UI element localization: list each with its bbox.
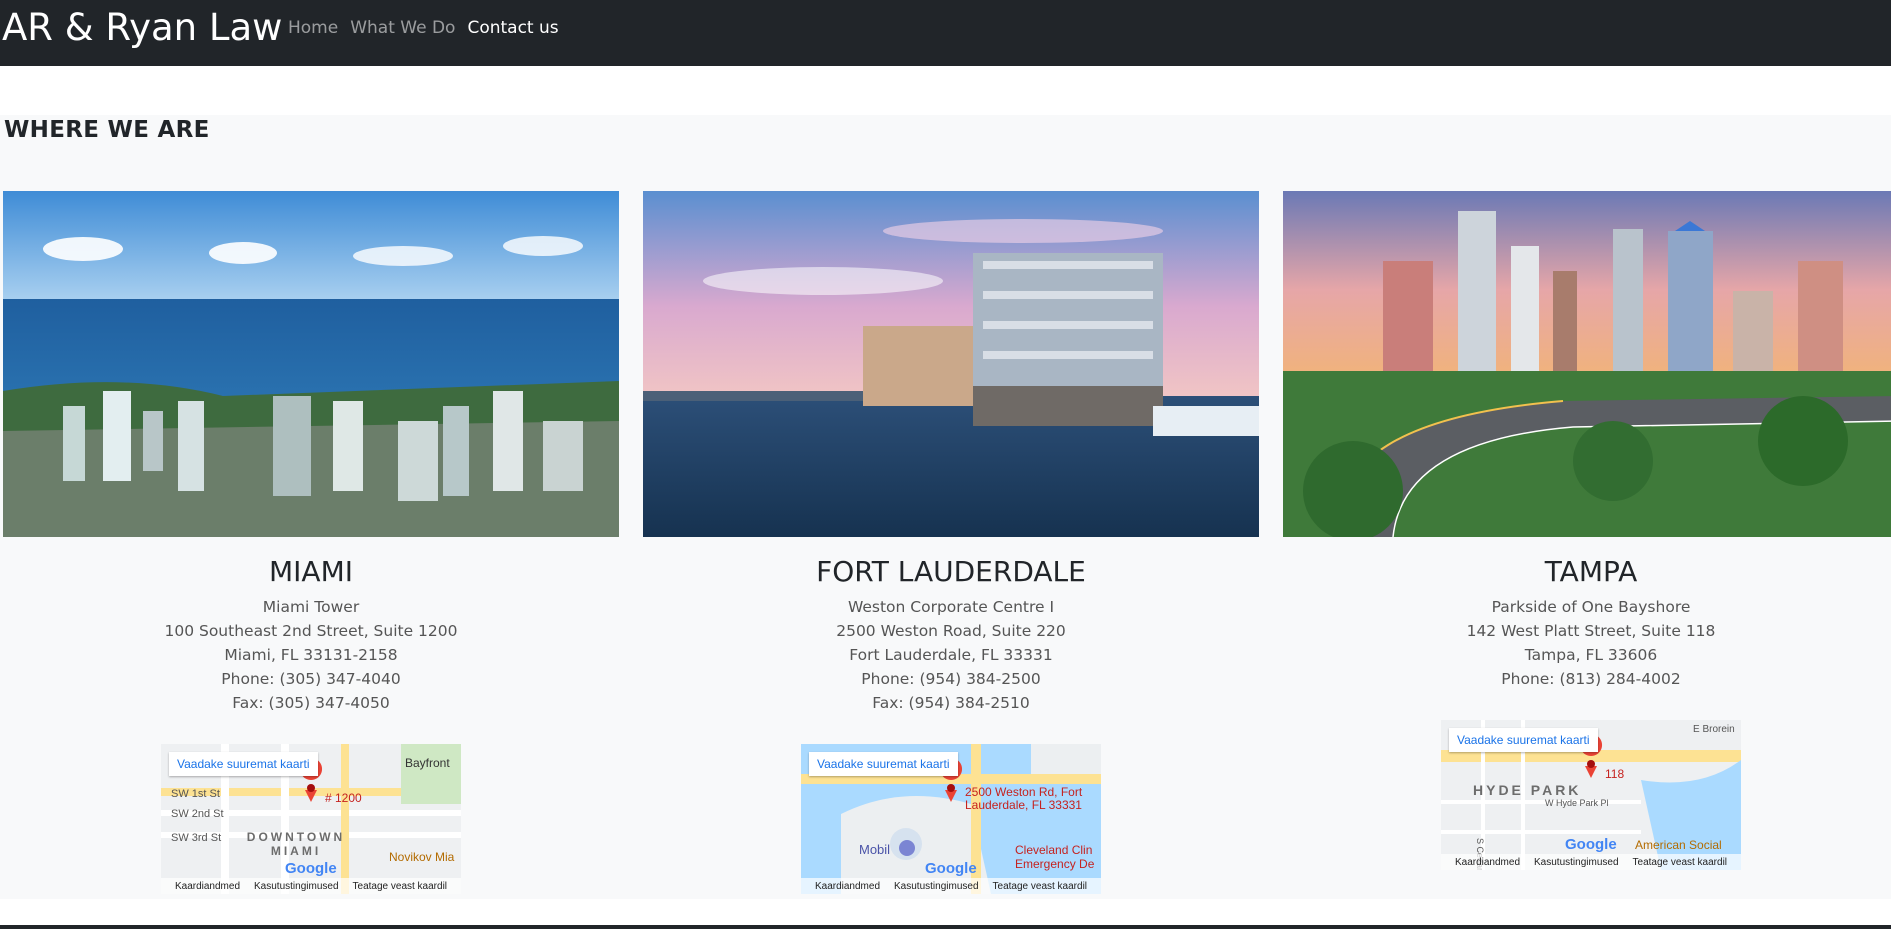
map-poi: Mobil xyxy=(859,842,891,857)
phone-line: Phone: (954) 384-2500 xyxy=(861,670,1041,688)
city-title: MIAMI xyxy=(269,555,353,588)
city-title: FORT LAUDERDALE xyxy=(816,555,1086,588)
address-line: Parkside of One Bayshore xyxy=(1491,598,1691,616)
map-data-link[interactable]: Kaardiandmed xyxy=(175,881,240,892)
location-card-fort-lauderdale: FORT LAUDERDALE Weston Corporate Centre … xyxy=(643,191,1259,894)
map-terms-link[interactable]: Kasutustingimused xyxy=(254,881,339,892)
google-logo: Google xyxy=(285,860,337,877)
address-line: Fort Lauderdale, FL 33331 xyxy=(849,646,1053,664)
address-block: Weston Corporate Centre I 2500 Weston Ro… xyxy=(643,595,1259,715)
map-poi: Novikov Mia xyxy=(389,850,455,864)
nav-contact-us[interactable]: Contact us xyxy=(461,17,564,39)
location-card-tampa: TAMPA Parkside of One Bayshore 142 West … xyxy=(1283,191,1891,870)
miami-photo xyxy=(3,191,619,537)
fax-line: Fax: (305) 347-4050 xyxy=(232,694,390,712)
map-poi: American Social xyxy=(1635,838,1722,852)
map-area-label: DOWNTOWN MIAMI xyxy=(246,830,346,858)
address-line: Weston Corporate Centre I xyxy=(847,598,1055,616)
map-pin-label: 2500 Weston Rd, Fort Lauderdale, FL 3333… xyxy=(965,785,1083,812)
map-terms-link[interactable]: Kasutustingimused xyxy=(1534,857,1619,868)
locations-section: WHERE WE ARE MIAMI Miami Tower 100 South… xyxy=(0,115,1891,899)
map-pin-label: # 1200 xyxy=(325,791,362,805)
map-street: SW 1st St xyxy=(171,788,220,800)
map-report-link[interactable]: Teatage veast kaardil xyxy=(1633,857,1728,868)
map-data-link[interactable]: Kaardiandmed xyxy=(1455,857,1520,868)
brand-logo[interactable]: AR & Ryan Law xyxy=(2,6,282,49)
address-line: 2500 Weston Road, Suite 220 xyxy=(836,622,1066,640)
address-line: Miami Tower xyxy=(262,598,360,616)
map-footer: Kaardiandmed Kasutustingimused Teatage v… xyxy=(1441,854,1741,870)
map-area-label: HYDE PARK xyxy=(1473,782,1582,798)
map-poi: Cleveland Clin xyxy=(1015,843,1093,857)
map-terms-link[interactable]: Kasutustingimused xyxy=(894,881,979,892)
map-report-link[interactable]: Teatage veast kaardil xyxy=(353,881,448,892)
fort-lauderdale-photo xyxy=(643,191,1259,537)
nav-home[interactable]: Home xyxy=(282,17,344,39)
map-pin-label: 118 xyxy=(1605,767,1625,781)
view-larger-map-link[interactable]: Vaadake suuremat kaarti xyxy=(169,752,318,776)
map-street: E Brorein xyxy=(1693,724,1735,735)
map-poi: Emergency De xyxy=(1015,857,1095,871)
main-nav: Home What We Do Contact us xyxy=(282,17,565,39)
map-fort-lauderdale[interactable]: Vaadake suuremat kaarti 2500 Weston Rd, … xyxy=(801,744,1101,894)
view-larger-map-link[interactable]: Vaadake suuremat kaarti xyxy=(809,752,958,776)
map-footer: Kaardiandmed Kasutustingimused Teatage v… xyxy=(801,878,1101,894)
address-line: Tampa, FL 33606 xyxy=(1524,646,1658,664)
map-data-link[interactable]: Kaardiandmed xyxy=(815,881,880,892)
nav-what-we-do[interactable]: What We Do xyxy=(344,17,461,39)
phone-line: Phone: (813) 284-4002 xyxy=(1501,670,1681,688)
city-title: TAMPA xyxy=(1544,555,1638,588)
map-report-link[interactable]: Teatage veast kaardil xyxy=(993,881,1088,892)
tampa-photo xyxy=(1283,191,1891,537)
footer-bar xyxy=(0,925,1891,929)
address-block: Miami Tower 100 Southeast 2nd Street, Su… xyxy=(3,595,619,715)
address-block: Parkside of One Bayshore 142 West Platt … xyxy=(1283,595,1891,691)
map-street: SW 3rd St xyxy=(171,832,222,844)
map-miami[interactable]: Vaadake suuremat kaarti # 1200 SW 1st St… xyxy=(161,744,461,894)
map-tampa[interactable]: Vaadake suuremat kaarti 118 HYDE PARK W … xyxy=(1441,720,1741,870)
view-larger-map-link[interactable]: Vaadake suuremat kaarti xyxy=(1449,728,1598,752)
map-footer: Kaardiandmed Kasutustingimused Teatage v… xyxy=(161,878,461,894)
address-line: 142 West Platt Street, Suite 118 xyxy=(1466,622,1716,640)
map-poi: Bayfront xyxy=(405,756,450,770)
fax-line: Fax: (954) 384-2510 xyxy=(872,694,1030,712)
address-line: Miami, FL 33131-2158 xyxy=(224,646,398,664)
map-street: W Hyde Park Pl xyxy=(1545,798,1609,808)
google-logo: Google xyxy=(925,860,977,877)
google-logo: Google xyxy=(1565,836,1617,853)
map-street: SW 2nd St xyxy=(171,808,224,820)
location-card-miami: MIAMI Miami Tower 100 Southeast 2nd Stre… xyxy=(3,191,619,894)
section-title: WHERE WE ARE xyxy=(4,117,210,143)
navbar: AR & Ryan Law Home What We Do Contact us xyxy=(0,0,1891,66)
address-line: 100 Southeast 2nd Street, Suite 1200 xyxy=(164,622,458,640)
phone-line: Phone: (305) 347-4040 xyxy=(221,670,401,688)
